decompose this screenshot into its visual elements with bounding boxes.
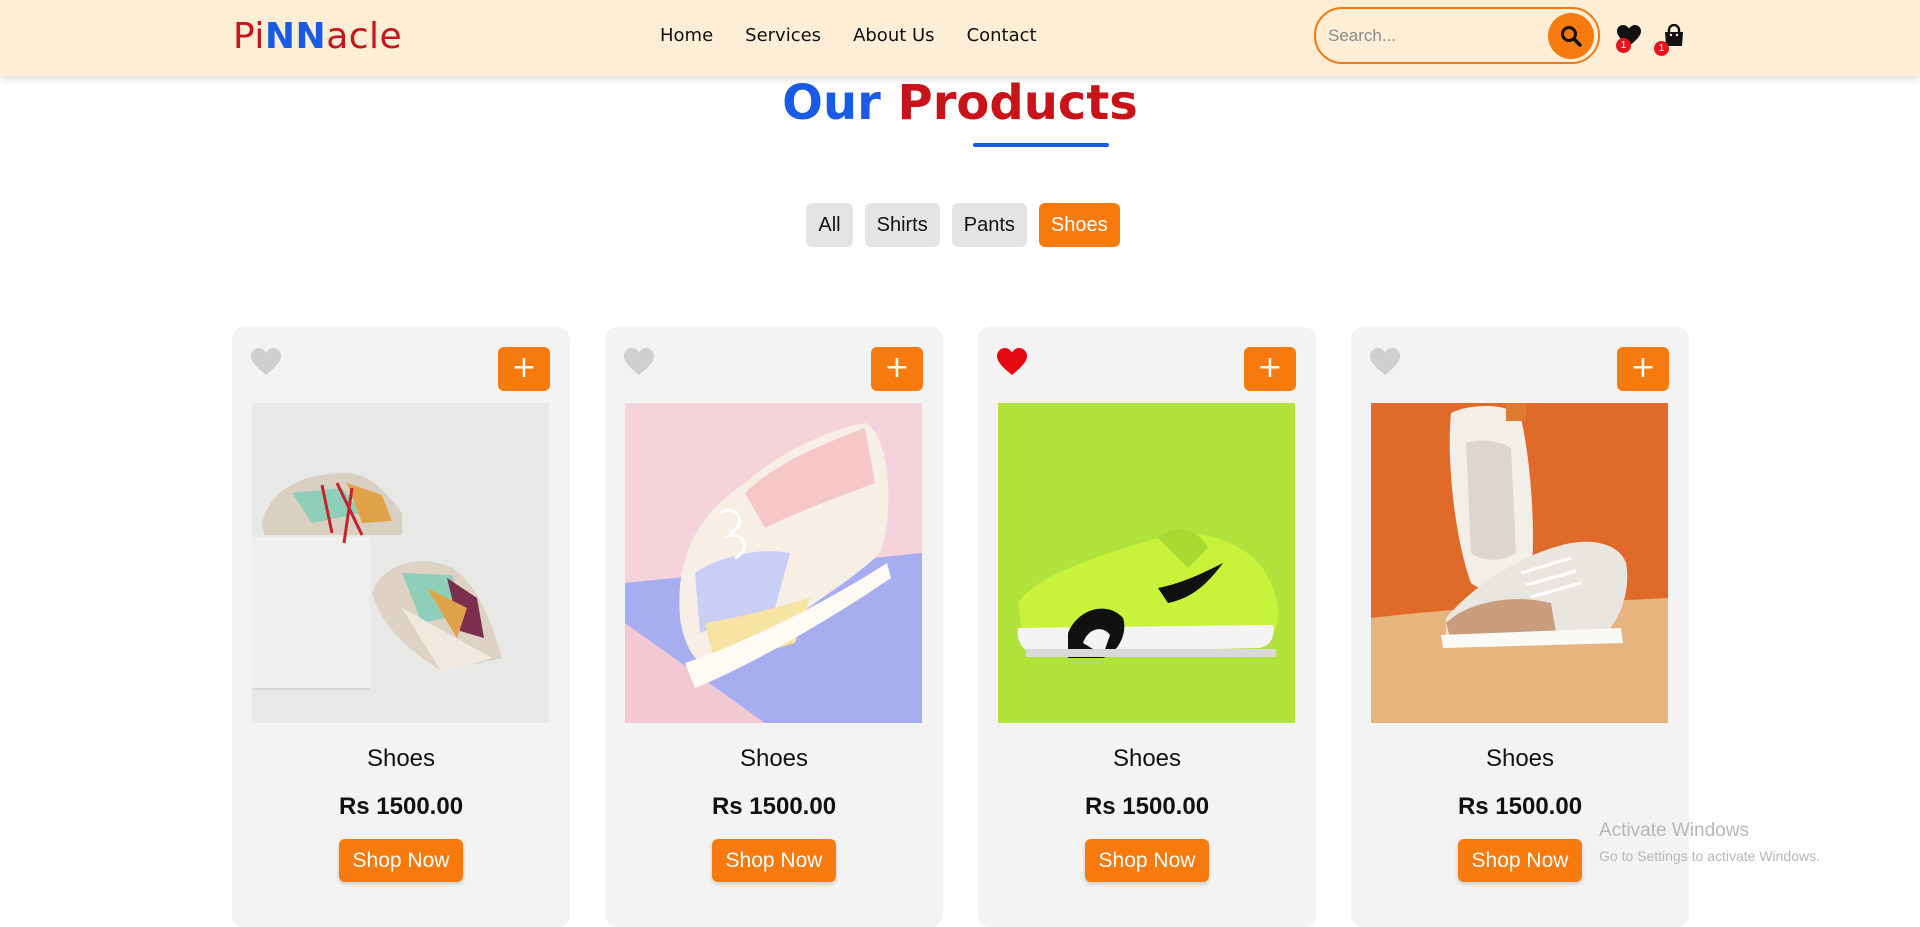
title-underline bbox=[973, 143, 1109, 147]
nav-link-contact[interactable]: Contact bbox=[967, 24, 1037, 48]
product-price: Rs 1500.00 bbox=[711, 793, 837, 820]
add-to-cart-button[interactable]: + bbox=[1617, 347, 1669, 391]
product-image bbox=[1371, 403, 1668, 723]
page-title-part-1: Our bbox=[782, 75, 881, 131]
add-to-cart-button[interactable]: + bbox=[498, 347, 550, 391]
product-image bbox=[252, 403, 549, 723]
filter-all[interactable]: All bbox=[806, 203, 853, 247]
shop-now-button[interactable]: Shop Now bbox=[1085, 839, 1209, 882]
search-button[interactable] bbox=[1548, 13, 1594, 59]
shop-now-button[interactable]: Shop Now bbox=[1458, 839, 1582, 882]
main-nav: Home Services About Us Contact bbox=[660, 24, 1069, 48]
product-image bbox=[998, 403, 1295, 723]
logo-part-2: NN bbox=[264, 16, 327, 57]
cart-button[interactable]: 1 bbox=[1654, 23, 1690, 56]
heart-icon[interactable] bbox=[996, 347, 1028, 377]
product-card: + Shoes Rs 1500.00 Shop Now bbox=[978, 327, 1316, 927]
product-card: + Shoes Rs 1500.00 Shop Now bbox=[232, 327, 570, 927]
filter-shirts[interactable]: Shirts bbox=[864, 203, 940, 247]
add-to-cart-button[interactable]: + bbox=[871, 347, 923, 391]
watermark-title: Activate Windows bbox=[1599, 820, 1749, 841]
watermark-subtitle: Go to Settings to activate Windows. bbox=[1599, 848, 1820, 864]
nav-link-about-us[interactable]: About Us bbox=[853, 24, 935, 48]
product-name: Shoes bbox=[1112, 745, 1182, 772]
search-icon bbox=[1561, 26, 1582, 47]
search-box bbox=[1314, 7, 1600, 64]
product-name: Shoes bbox=[739, 745, 809, 772]
heart-icon[interactable] bbox=[250, 347, 282, 377]
product-name: Shoes bbox=[366, 745, 436, 772]
shop-now-button[interactable]: Shop Now bbox=[712, 839, 836, 882]
nav-link-services[interactable]: Services bbox=[745, 24, 821, 48]
search-input[interactable] bbox=[1328, 23, 1528, 49]
page-title-part-2: Products bbox=[897, 75, 1138, 131]
category-filters: All Shirts Pants Shoes bbox=[0, 203, 1920, 247]
product-card: + Shoes Rs 1500.00 Shop Now bbox=[605, 327, 943, 927]
filter-pants[interactable]: Pants bbox=[951, 203, 1027, 247]
heart-icon[interactable] bbox=[623, 347, 655, 377]
logo-part-3: acle bbox=[326, 16, 403, 57]
windows-activation-watermark: Activate Windows Go to Settings to activ… bbox=[1599, 820, 1820, 866]
top-navbar: PiNNacle Home Services About Us Contact … bbox=[0, 0, 1920, 76]
nav-link-home[interactable]: Home bbox=[660, 24, 713, 48]
cart-count-badge: 1 bbox=[1654, 41, 1669, 56]
product-image bbox=[625, 403, 922, 723]
product-price: Rs 1500.00 bbox=[1457, 793, 1583, 820]
page-title: Our Products bbox=[0, 74, 1920, 132]
wishlist-button[interactable]: 1 bbox=[1616, 24, 1644, 53]
shop-now-button[interactable]: Shop Now bbox=[339, 839, 463, 882]
product-price: Rs 1500.00 bbox=[1084, 793, 1210, 820]
add-to-cart-button[interactable]: + bbox=[1244, 347, 1296, 391]
product-name: Shoes bbox=[1485, 745, 1555, 772]
brand-logo[interactable]: PiNNacle bbox=[233, 17, 402, 57]
logo-part-1: Pi bbox=[233, 16, 265, 57]
heart-icon[interactable] bbox=[1369, 347, 1401, 377]
filter-shoes[interactable]: Shoes bbox=[1038, 203, 1120, 247]
product-price: Rs 1500.00 bbox=[338, 793, 464, 820]
wishlist-count-badge: 1 bbox=[1616, 38, 1631, 53]
